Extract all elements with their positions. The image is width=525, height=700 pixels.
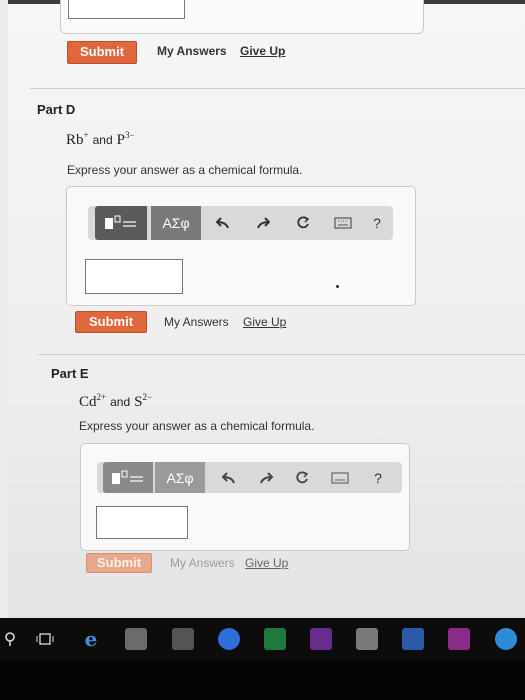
part-e-title: Part E <box>51 366 89 381</box>
monitor-bezel <box>0 660 525 700</box>
part-d-math-toolbar: ΑΣφ ? <box>88 206 393 240</box>
word-icon[interactable] <box>402 628 424 650</box>
part-d-submit-button[interactable]: Submit <box>75 311 147 333</box>
chrome-icon[interactable] <box>218 628 240 650</box>
previous-my-answers-link[interactable]: My Answers <box>157 44 227 58</box>
part-d-keyboard-icon[interactable] <box>328 206 358 240</box>
part-e-reset-icon[interactable] <box>287 462 317 493</box>
template-icon <box>112 470 143 484</box>
part-d-help-button[interactable]: ? <box>366 206 388 240</box>
store-icon[interactable] <box>172 628 194 650</box>
part-e-and: and <box>110 395 131 409</box>
part-e-ions: Cd2+ and S2− <box>79 392 152 411</box>
part-d-reset-icon[interactable] <box>288 206 318 240</box>
file-explorer-icon[interactable] <box>125 628 147 650</box>
part-d-give-up-link[interactable]: Give Up <box>243 315 286 329</box>
search-icon[interactable] <box>0 628 22 650</box>
section-divider <box>30 88 525 89</box>
part-e-keyboard-icon[interactable] <box>325 462 355 493</box>
part-e-ion2-charge: 2− <box>142 392 153 402</box>
powerpoint-icon[interactable] <box>448 628 470 650</box>
part-e-ion1: Cd <box>79 394 97 410</box>
excel-icon[interactable] <box>264 628 286 650</box>
part-d-title: Part D <box>37 102 76 117</box>
part-d-ion1: Rb <box>66 132 84 148</box>
browser-page: Submit My Answers Give Up Part D Rb+ and P… <box>8 0 525 618</box>
onenote-icon[interactable] <box>310 628 332 650</box>
part-d-answer-input[interactable] <box>85 259 183 294</box>
part-e-undo-icon[interactable] <box>214 462 244 493</box>
cursor-dot <box>336 285 339 288</box>
part-d-undo-icon[interactable] <box>208 206 238 240</box>
part-e-give-up-link[interactable]: Give Up <box>245 556 288 570</box>
part-e-prompt: Express your answer as a chemical formul… <box>79 419 315 433</box>
part-d-my-answers-link[interactable]: My Answers <box>164 315 229 329</box>
part-d-redo-icon[interactable] <box>248 206 278 240</box>
part-d-prompt: Express your answer as a chemical formul… <box>67 163 303 177</box>
part-d-ion2: P <box>116 132 125 148</box>
template-icon <box>105 215 136 229</box>
part-e-ion1-charge: 2+ <box>96 392 107 402</box>
task-view-icon[interactable] <box>34 628 56 650</box>
part-d-greek-button[interactable]: ΑΣφ <box>151 206 201 240</box>
edge-icon[interactable]: e <box>80 627 102 651</box>
part-e-math-toolbar: ΑΣφ ? <box>97 462 402 493</box>
taskbar: e <box>0 618 525 660</box>
part-e-my-answers-link[interactable]: My Answers <box>170 556 235 570</box>
part-e-submit-button[interactable]: Submit <box>86 553 152 573</box>
part-e-template-button[interactable] <box>103 462 153 493</box>
part-d-ion2-charge: 3− <box>124 130 135 140</box>
part-d-and: and <box>92 133 113 147</box>
part-e-redo-icon[interactable] <box>251 462 281 493</box>
part-d-ion1-charge: + <box>83 130 89 140</box>
previous-answer-input[interactable] <box>68 0 185 19</box>
part-d-template-button[interactable] <box>95 206 147 240</box>
part-d-ions: Rb+ and P3− <box>66 130 135 149</box>
section-divider <box>38 354 525 355</box>
previous-give-up-link[interactable]: Give Up <box>240 44 285 58</box>
part-e-greek-button[interactable]: ΑΣφ <box>155 462 205 493</box>
part-e-help-button[interactable]: ? <box>367 462 389 493</box>
skype-icon[interactable] <box>495 628 517 650</box>
previous-submit-button[interactable]: Submit <box>67 41 137 64</box>
outlook-icon[interactable] <box>356 628 378 650</box>
part-e-answer-input[interactable] <box>96 506 188 539</box>
